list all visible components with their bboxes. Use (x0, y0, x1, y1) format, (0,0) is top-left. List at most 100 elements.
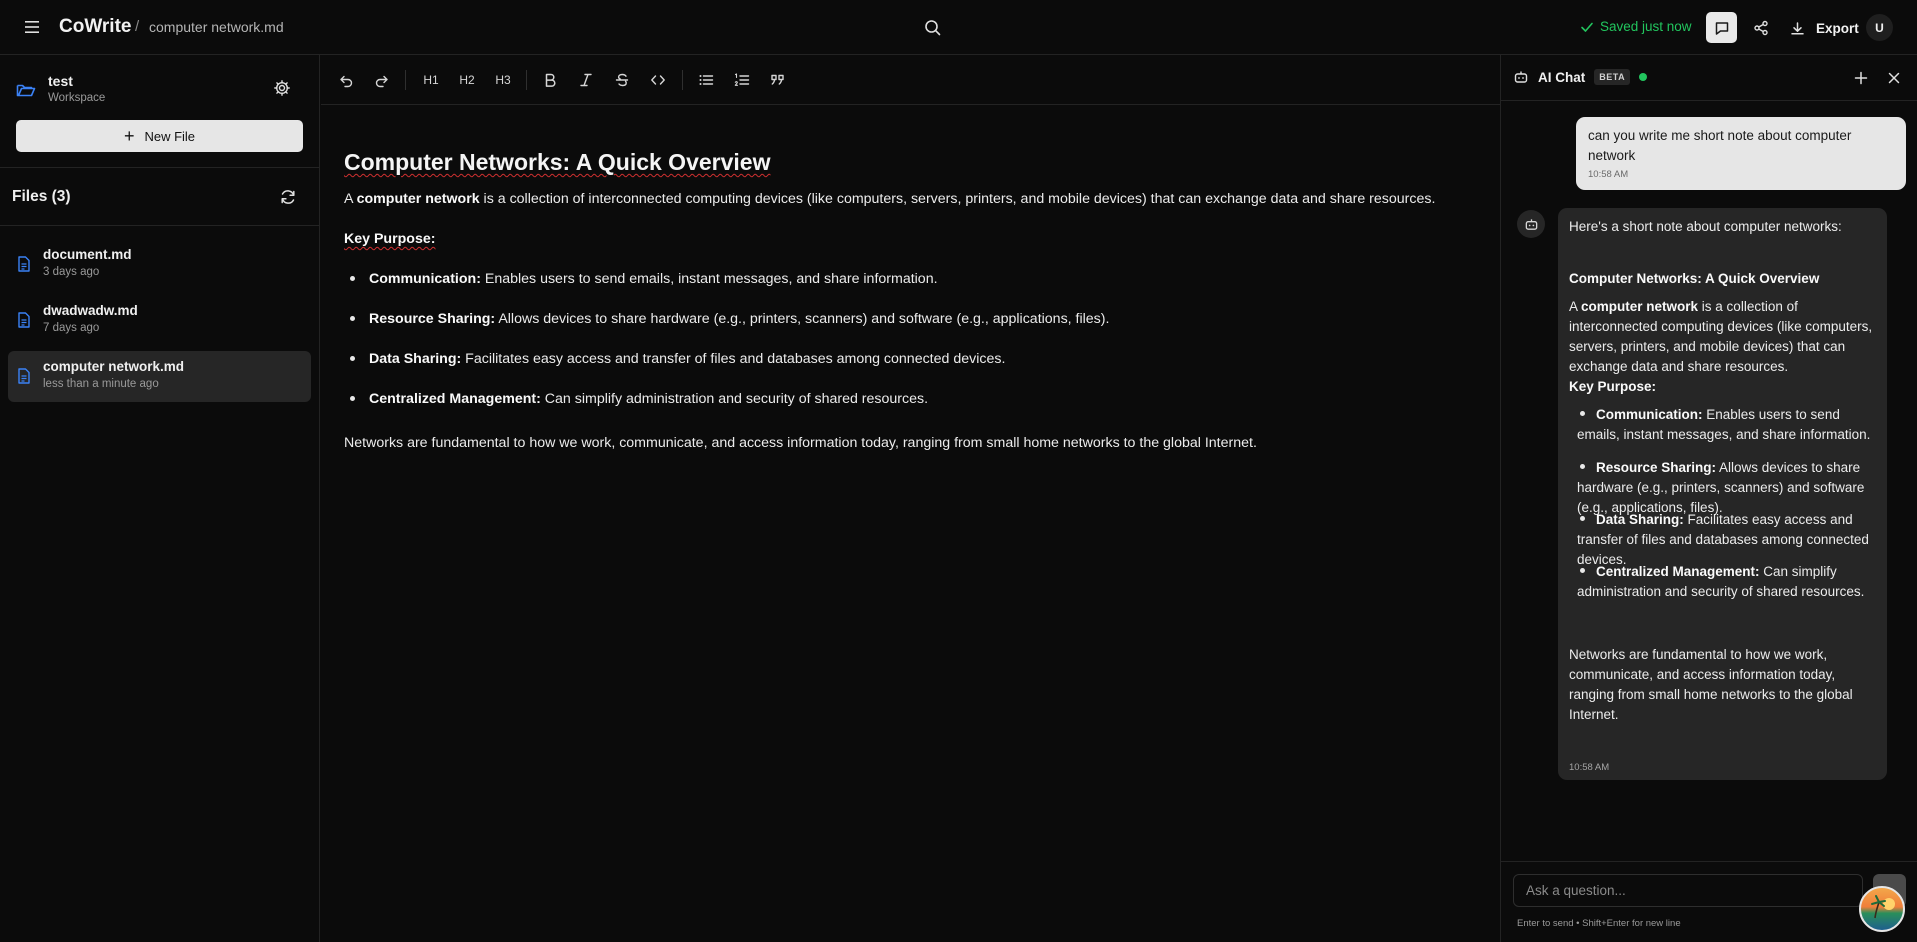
user-message-time: 10:58 AM (1588, 169, 1629, 180)
assistant-intro: Here's a short note about computer netwo… (1569, 219, 1842, 234)
settings-gear-icon[interactable] (273, 79, 291, 97)
bold-term: computer network (356, 191, 480, 207)
export-button[interactable]: Export (1790, 17, 1859, 39)
toolbar-separator (682, 70, 683, 90)
file-item-active[interactable]: computer network.md less than a minute a… (8, 351, 311, 402)
intro-paragraph: A computer network is a collection of in… (344, 191, 1435, 207)
new-chat-plus-icon[interactable] (1852, 69, 1870, 87)
bullet (350, 315, 355, 321)
new-file-button[interactable]: + New File (16, 120, 303, 152)
assistant-message-time: 10:58 AM (1569, 762, 1610, 773)
file-item[interactable]: document.md 3 days ago (8, 239, 311, 290)
breadcrumb-file: computer network.md (149, 19, 284, 35)
divider (0, 167, 320, 168)
bullet (1580, 515, 1585, 521)
breadcrumb-separator: / (135, 18, 140, 35)
list-term: Data Sharing: (369, 351, 462, 367)
italic-icon[interactable] (575, 69, 597, 91)
refresh-icon[interactable] (279, 188, 297, 206)
bullet-list-icon[interactable] (695, 69, 717, 91)
list-text: Facilitates easy access and transfer of … (461, 351, 1006, 367)
user-message: can you write me short note about comput… (1576, 117, 1906, 190)
close-icon[interactable] (1885, 69, 1903, 87)
assistant-paragraph: A computer network is a collection of in… (1569, 297, 1881, 377)
files-title: Files (3) (12, 188, 71, 205)
assistant-list-item: Centralized Management: Can simplify adm… (1577, 562, 1882, 602)
workspace-header[interactable]: test Workspace (15, 73, 105, 104)
undo-icon[interactable] (335, 69, 357, 91)
list-text: Allows devices to share hardware (e.g., … (495, 311, 1110, 327)
list-item: Data Sharing: Facilitates easy access an… (350, 351, 1005, 367)
bullet (1580, 463, 1585, 469)
text: A (1569, 299, 1582, 314)
assistant-list-item: Data Sharing: Facilitates easy access an… (1577, 510, 1882, 570)
closing-paragraph: Networks are fundamental to how we work,… (344, 435, 1257, 451)
list-text: Can simplify administration and security… (540, 391, 929, 407)
plus-icon: + (123, 126, 135, 146)
beta-badge: BETA (1594, 69, 1631, 85)
save-status: Saved just now (1580, 19, 1692, 34)
list-text: Enables users to send emails, instant me… (480, 271, 938, 287)
assistant-message: Here's a short note about computer netwo… (1558, 208, 1887, 780)
chat-header: AI Chat BETA (1501, 55, 1917, 101)
file-name: dwadwadw.md (43, 303, 138, 318)
heading-2-label: H2 (459, 73, 475, 87)
chat-title: AI Chat BETA (1513, 69, 1648, 85)
file-text-icon (18, 312, 30, 328)
top-bar: CoWrite / computer network.md Saved just… (0, 0, 1917, 55)
numbered-list-icon[interactable] (731, 69, 753, 91)
list-item: Centralized Management: Can simplify adm… (350, 391, 928, 407)
search-icon[interactable] (922, 17, 944, 39)
user-avatar[interactable]: U (1866, 14, 1893, 41)
file-sidebar: test Workspace + New File Files (3) docu… (0, 55, 320, 942)
list-term: Data Sharing: (1596, 512, 1684, 527)
list-term: Resource Sharing: (369, 311, 496, 327)
file-name: document.md (43, 247, 132, 262)
menu-icon[interactable] (22, 17, 42, 37)
chat-input[interactable] (1513, 874, 1863, 907)
document-title-text: Computer Networks: A Quick Overview (344, 149, 771, 175)
file-text-icon (18, 256, 30, 272)
redo-icon[interactable] (371, 69, 393, 91)
toolbar-separator (405, 70, 406, 90)
heading-1-button[interactable]: H1 (420, 69, 442, 91)
workspace-name: test (48, 73, 73, 89)
chat-toggle-button[interactable] (1706, 12, 1737, 43)
editor-toolbar: H1 H2 H3 (321, 55, 1500, 105)
user-message-text: can you write me short note about comput… (1588, 128, 1852, 163)
bullet (350, 355, 355, 361)
share-button[interactable] (1750, 17, 1772, 39)
toolbar-separator (526, 70, 527, 90)
strikethrough-icon[interactable] (611, 69, 633, 91)
bold-icon[interactable] (539, 69, 561, 91)
quote-icon[interactable] (767, 69, 789, 91)
app: CoWrite / computer network.md Saved just… (0, 0, 1917, 942)
divider (0, 225, 320, 226)
file-name: computer network.md (43, 359, 185, 374)
key-purpose-heading: Key Purpose: (344, 231, 435, 247)
file-item[interactable]: dwadwadw.md 7 days ago (8, 295, 311, 346)
code-icon[interactable] (647, 69, 669, 91)
bullet (1580, 567, 1585, 573)
heading-2-button[interactable]: H2 (456, 69, 478, 91)
floating-assistant-avatar[interactable] (1859, 886, 1905, 932)
file-text-icon (18, 368, 30, 384)
heading-3-label: H3 (495, 73, 511, 87)
key-purpose-label: Key Purpose: (344, 231, 436, 247)
list-term: Centralized Management: (369, 391, 541, 407)
export-label: Export (1816, 20, 1859, 36)
chat-composer: Enter to send • Shift+Enter for new line (1501, 861, 1917, 942)
file-time: 7 days ago (43, 322, 100, 334)
list-term: Communication: (369, 271, 481, 287)
app-brand[interactable]: CoWrite (59, 16, 131, 38)
bullet (1580, 410, 1585, 416)
list-term: Resource Sharing: (1596, 460, 1717, 475)
bot-icon (1514, 71, 1528, 83)
list-term: Communication: (1596, 407, 1703, 422)
download-icon (1791, 21, 1804, 35)
message-square-icon (1715, 21, 1728, 35)
text: A (344, 191, 357, 207)
text: is a collection of interconnected comput… (479, 191, 1436, 207)
assistant-key-purpose: Key Purpose: (1569, 379, 1657, 394)
heading-3-button[interactable]: H3 (492, 69, 514, 91)
